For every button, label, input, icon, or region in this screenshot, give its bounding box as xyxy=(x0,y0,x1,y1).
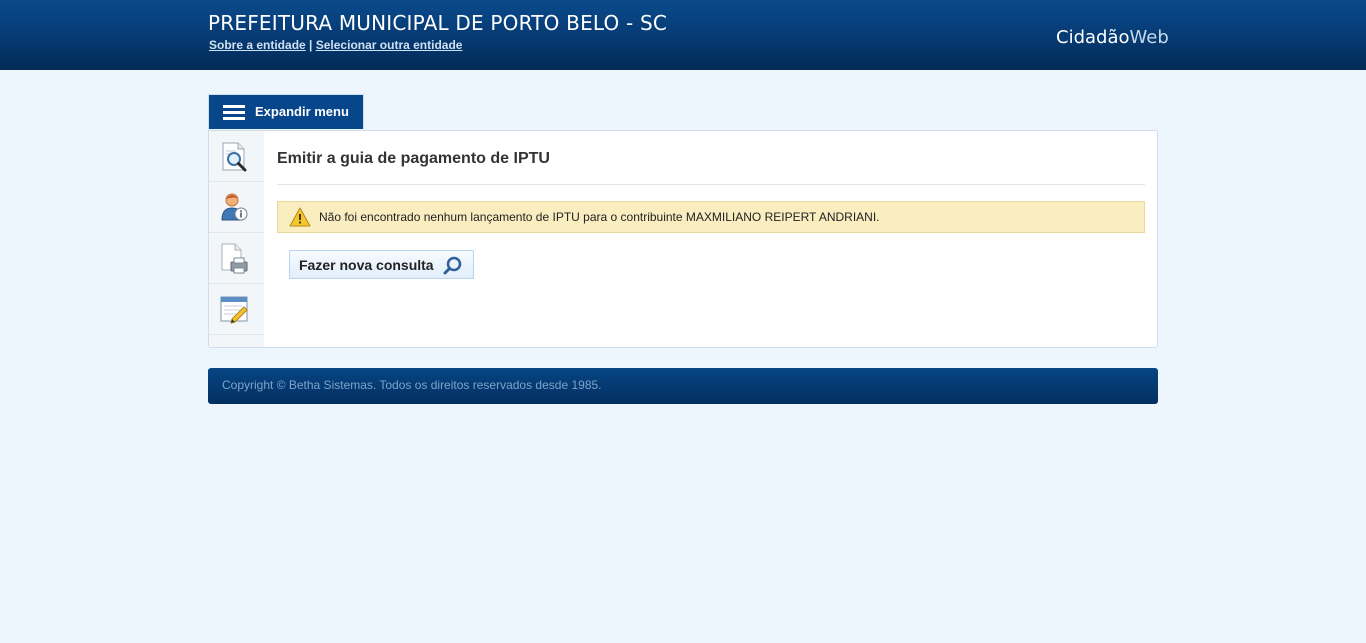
notepad-edit-icon xyxy=(220,296,248,324)
select-entity-link[interactable]: Selecionar outra entidade xyxy=(316,38,463,52)
footer: Copyright © Betha Sistemas. Todos os dir… xyxy=(208,368,1158,404)
hamburger-icon xyxy=(223,105,245,121)
top-header: PREFEITURA MUNICIPAL DE PORTO BELO - SC … xyxy=(0,0,1366,70)
copyright-text: Copyright © Betha Sistemas. Todos os dir… xyxy=(222,378,602,392)
link-separator: | xyxy=(309,38,313,52)
page-title: Emitir a guia de pagamento de IPTU xyxy=(277,150,550,167)
warning-message: Não foi encontrado nenhum lançamento de … xyxy=(277,201,1145,233)
document-search-icon xyxy=(222,142,247,172)
warning-icon xyxy=(289,207,311,227)
about-entity-link[interactable]: Sobre a entidade xyxy=(209,38,306,52)
side-menu-item-consulta[interactable] xyxy=(209,131,264,182)
side-menu-item-contribuinte[interactable] xyxy=(209,182,264,233)
user-info-icon xyxy=(221,193,248,221)
side-menu xyxy=(209,131,264,347)
title-divider xyxy=(277,184,1145,185)
expand-menu-label: Expandir menu xyxy=(255,104,349,119)
side-menu-item-impressao[interactable] xyxy=(209,233,264,284)
brand-name-part1: Cidadão xyxy=(1056,27,1130,48)
brand-logo: CidadãoWeb xyxy=(1056,27,1169,48)
new-query-button[interactable]: Fazer nova consulta xyxy=(289,250,474,279)
side-menu-item-formulario[interactable] xyxy=(209,284,264,335)
brand-name-part2: Web xyxy=(1129,27,1169,48)
search-icon xyxy=(443,256,462,275)
entity-title: PREFEITURA MUNICIPAL DE PORTO BELO - SC xyxy=(208,11,668,35)
header-links: Sobre a entidade | Selecionar outra enti… xyxy=(209,38,462,52)
expand-menu-button[interactable]: Expandir menu xyxy=(208,94,364,129)
document-print-icon xyxy=(221,243,248,274)
warning-text: Não foi encontrado nenhum lançamento de … xyxy=(319,210,880,224)
main-panel: Emitir a guia de pagamento de IPTU Não f… xyxy=(208,130,1158,348)
new-query-label: Fazer nova consulta xyxy=(299,257,434,273)
